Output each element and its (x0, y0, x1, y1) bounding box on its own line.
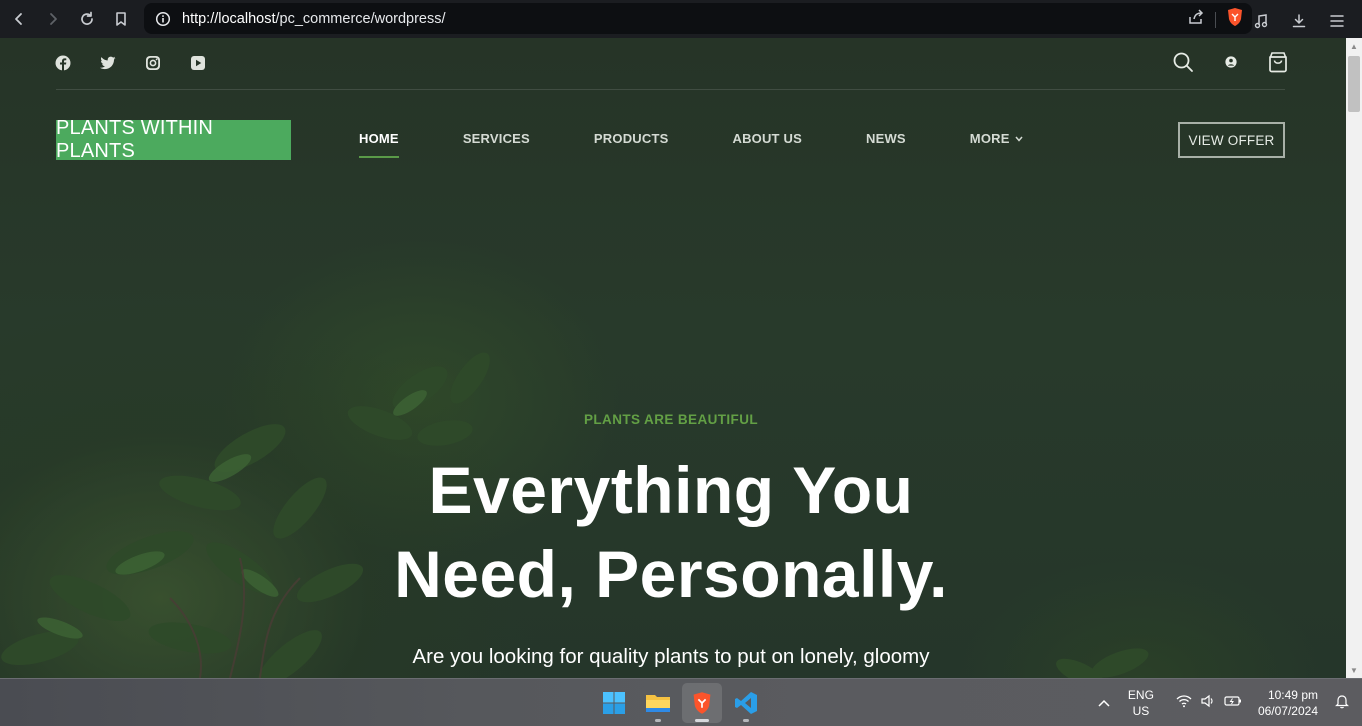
media-icon[interactable] (1244, 4, 1278, 38)
instagram-icon[interactable] (142, 52, 164, 74)
header-divider (56, 89, 1285, 90)
hero-subtitle: Are you looking for quality plants to pu… (412, 645, 930, 668)
url-host: http://localhost (182, 10, 276, 27)
nav-item-news[interactable]: NEWS (866, 131, 906, 146)
bookmark-icon[interactable] (104, 2, 138, 36)
battery-icon[interactable] (1224, 694, 1242, 712)
browser-toolbar: http://localhost/pc_commerce/wordpress/ (0, 0, 1362, 38)
clock-date: 06/07/2024 (1257, 704, 1318, 718)
hero-eyebrow: PLANTS ARE BEAUTIFUL (584, 412, 758, 427)
nav-item-more[interactable]: MORE (970, 131, 1023, 146)
share-icon[interactable] (1187, 8, 1205, 31)
language-region: US (1132, 704, 1150, 718)
taskbar: ENG US 10:49 pm 06/07/2024 (0, 678, 1362, 726)
clock[interactable]: 10:49 pm 06/07/2024 (1258, 687, 1318, 719)
hero-title-line-2: Need, Personally. (394, 537, 948, 611)
nav-item-products[interactable]: PRODUCTS (594, 131, 669, 146)
volume-icon[interactable] (1200, 694, 1216, 713)
scroll-up-arrow-icon[interactable]: ▲ (1346, 38, 1362, 54)
info-icon[interactable] (148, 11, 178, 27)
user-icon[interactable] (1224, 55, 1238, 74)
scroll-down-arrow-icon[interactable]: ▼ (1346, 662, 1362, 678)
language-code: ENG (1127, 688, 1154, 702)
running-indicator (743, 719, 749, 722)
hero-title-line-1: Everything You (428, 453, 914, 527)
address-bar[interactable]: http://localhost/pc_commerce/wordpress/ (144, 3, 1252, 34)
header-tools (1172, 51, 1288, 78)
twitter-icon[interactable] (97, 52, 119, 74)
hero-title: Everything You Need, Personally. (0, 448, 1342, 616)
page-scrollbar[interactable]: ▲ ▼ (1346, 38, 1362, 678)
windows-start-icon[interactable] (594, 683, 634, 723)
nav-item-home[interactable]: HOME (359, 131, 399, 158)
nav-item-services[interactable]: SERVICES (463, 131, 530, 146)
chevron-down-icon (1015, 134, 1023, 144)
system-tray: ENG US 10:49 pm 06/07/2024 (1098, 679, 1362, 726)
main-navigation: HOME SERVICES PRODUCTS ABOUT US NEWS MOR… (359, 131, 1023, 158)
nav-item-about-us[interactable]: ABOUT US (732, 131, 802, 146)
url-path: /pc_commerce/wordpress/ (275, 10, 446, 27)
url-text: http://localhost/pc_commerce/wordpress/ (182, 11, 446, 27)
social-links (52, 52, 209, 74)
reload-icon[interactable] (70, 2, 104, 36)
menu-icon[interactable] (1320, 4, 1354, 38)
language-indicator[interactable]: ENG US (1128, 687, 1154, 719)
back-arrow-icon[interactable] (2, 2, 36, 36)
scroll-thumb[interactable] (1348, 56, 1360, 112)
brave-browser-icon[interactable] (682, 683, 722, 723)
divider (1215, 11, 1216, 28)
wifi-icon[interactable] (1176, 694, 1192, 713)
notification-bell-icon[interactable] (1334, 693, 1350, 714)
running-indicator (655, 719, 661, 722)
file-explorer-icon[interactable] (638, 683, 678, 723)
vscode-icon[interactable] (726, 683, 766, 723)
site-logo[interactable]: PLANTS WITHIN PLANTS (56, 117, 291, 162)
brave-shield-icon[interactable] (1226, 7, 1244, 32)
running-indicator (695, 719, 709, 722)
nav-item-more-label: MORE (969, 131, 1010, 146)
youtube-icon[interactable] (187, 52, 209, 74)
cart-icon[interactable] (1268, 51, 1288, 78)
view-offer-button[interactable]: VIEW OFFER (1178, 122, 1285, 158)
forward-arrow-icon[interactable] (36, 2, 70, 36)
download-icon[interactable] (1282, 4, 1316, 38)
search-icon[interactable] (1172, 51, 1194, 78)
hero-section: PLANTS WITHIN PLANTS HOME SERVICES PRODU… (0, 38, 1346, 678)
clock-time: 10:49 pm (1267, 688, 1318, 702)
facebook-icon[interactable] (52, 52, 74, 74)
chevron-up-icon[interactable] (1098, 694, 1110, 712)
